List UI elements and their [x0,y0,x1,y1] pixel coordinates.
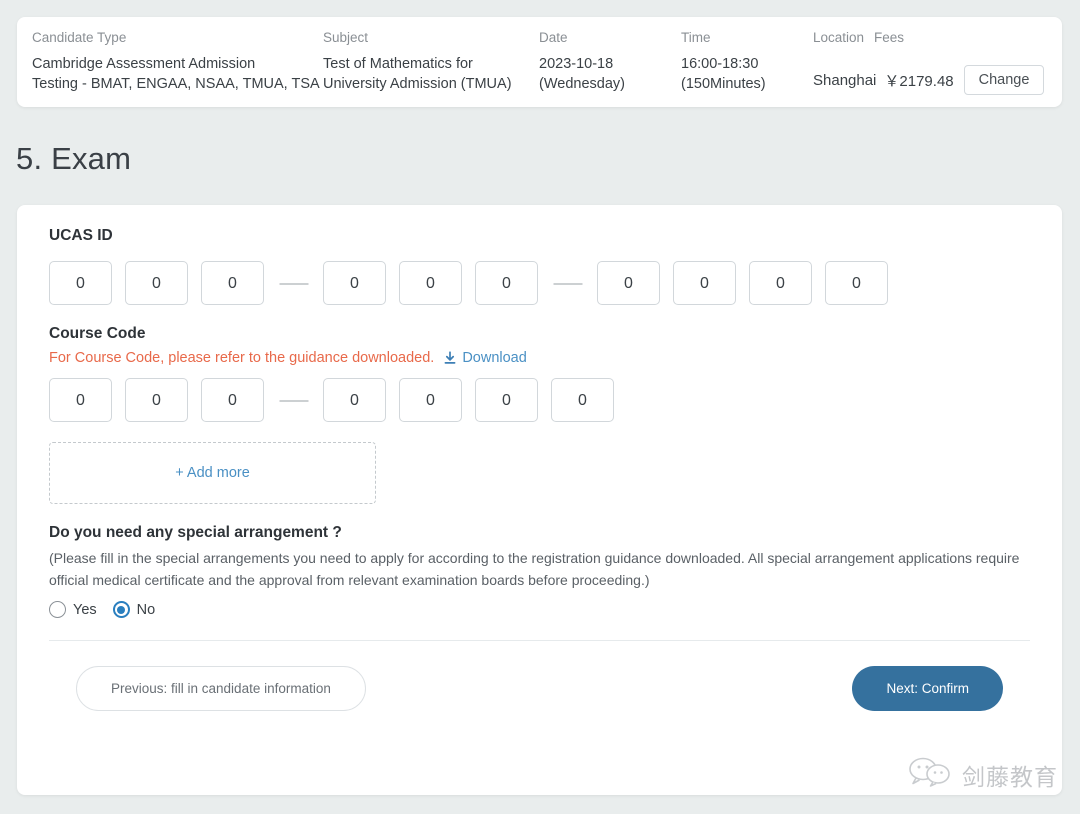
ucas-id-input-row: 0 0 0 —— 0 0 0 —— 0 0 0 0 [49,261,1030,305]
candidate-type-value-line2: Testing - BMAT, ENGAA, NSAA, TMUA, TSA [32,76,320,92]
course-code-digit-input[interactable]: 0 [201,378,264,422]
location-fees-values: Shanghai ￥2179.48 Change [813,65,1048,95]
location-label: Location [813,30,865,45]
date-value-line2: (Wednesday) [539,76,625,92]
page-title: 5. Exam [16,141,132,176]
summary-row: Candidate Type Cambridge Assessment Admi… [17,17,1062,107]
download-icon [443,351,457,365]
summary-col-location-fees: Location Fees Shanghai ￥2179.48 Change [813,29,1062,95]
summary-col-date: Date 2023-10-18 (Wednesday) [539,29,681,94]
previous-step-button[interactable]: Previous: fill in candidate information [76,666,366,711]
ucas-id-digit-input[interactable]: 0 [597,261,660,305]
date-value: 2023-10-18 (Wednesday) [539,54,681,94]
course-code-label: Course Code [49,325,146,342]
summary-col-subject: Subject Test of Mathematics for Universi… [323,29,539,94]
ucas-id-digit-input[interactable]: 0 [323,261,386,305]
download-guidance-link[interactable]: Download [443,350,527,366]
date-label: Date [539,30,568,45]
radio-option-yes[interactable]: Yes [49,601,97,618]
ucas-id-digit-input[interactable]: 0 [825,261,888,305]
time-value-line2: (150Minutes) [681,76,766,92]
ucas-id-digit-input[interactable]: 0 [399,261,462,305]
candidate-type-label: Candidate Type [32,30,127,45]
radio-mark-no[interactable] [112,601,130,618]
subject-value: Test of Mathematics for University Admis… [323,54,539,94]
candidate-type-value-line1: Cambridge Assessment Admission [32,56,256,72]
subject-label: Subject [323,30,369,45]
change-button[interactable]: Change [963,65,1045,95]
location-fees-labels: Location Fees [813,29,1048,54]
special-arrangement-radio-group: Yes No [49,601,1030,618]
ucas-id-digit-input[interactable]: 0 [201,261,264,305]
ucas-id-label: UCAS ID [49,227,113,244]
radio-mark-yes[interactable] [49,601,66,618]
ucas-id-separator: —— [279,274,309,292]
course-code-digit-input[interactable]: 0 [125,378,188,422]
radio-label-yes: Yes [73,601,97,618]
booking-summary-card: Candidate Type Cambridge Assessment Admi… [17,17,1062,107]
course-code-hint-row: For Course Code, please refer to the gui… [49,350,1030,366]
course-code-digit-input[interactable]: 0 [399,378,462,422]
add-more-button[interactable]: + Add more [49,442,376,504]
radio-label-no: No [136,601,156,618]
ucas-id-digit-input[interactable]: 0 [49,261,112,305]
ucas-id-digit-input[interactable]: 0 [475,261,538,305]
time-label: Time [681,30,711,45]
exam-form-card: UCAS ID 0 0 0 —— 0 0 0 —— 0 0 0 0 Course Code For C… [17,205,1062,795]
fees-label: Fees [874,30,905,45]
course-code-hint-text: For Course Code, please refer to the gui… [49,350,435,366]
next-step-button[interactable]: Next: Confirm [852,666,1003,711]
date-value-line1: 2023-10-18 [539,56,614,72]
add-more-label: + Add more [175,465,250,481]
time-value: 16:00-18:30 (150Minutes) [681,54,813,94]
time-value-line1: 16:00-18:30 [681,56,759,72]
candidate-type-value: Cambridge Assessment Admission Testing -… [32,54,323,94]
course-code-digit-input[interactable]: 0 [49,378,112,422]
ucas-id-digit-input[interactable]: 0 [673,261,736,305]
subject-value-line1: Test of Mathematics for [323,56,473,72]
course-code-input-row: 0 0 0 —— 0 0 0 0 [49,378,1030,422]
subject-value-line2: University Admission (TMUA) [323,76,512,92]
location-value: Shanghai [813,71,877,89]
course-code-digit-input[interactable]: 0 [323,378,386,422]
course-code-digit-input[interactable]: 0 [475,378,538,422]
special-arrangement-note: (Please fill in the special arrangements… [49,550,1020,588]
summary-col-time: Time 16:00-18:30 (150Minutes) [681,29,813,94]
download-link-label: Download [462,350,527,366]
form-actions: Previous: fill in candidate information … [49,641,1030,711]
course-code-digit-input[interactable]: 0 [551,378,614,422]
ucas-id-digit-input[interactable]: 0 [749,261,812,305]
ucas-id-digit-input[interactable]: 0 [125,261,188,305]
fees-value: ￥2179.48 [884,72,954,90]
course-code-separator: —— [279,391,309,409]
special-arrangement-question: Do you need any special arrangement ? [49,524,342,541]
ucas-id-separator: —— [553,274,583,292]
radio-option-no[interactable]: No [112,601,156,618]
summary-col-candidate-type: Candidate Type Cambridge Assessment Admi… [17,29,323,94]
